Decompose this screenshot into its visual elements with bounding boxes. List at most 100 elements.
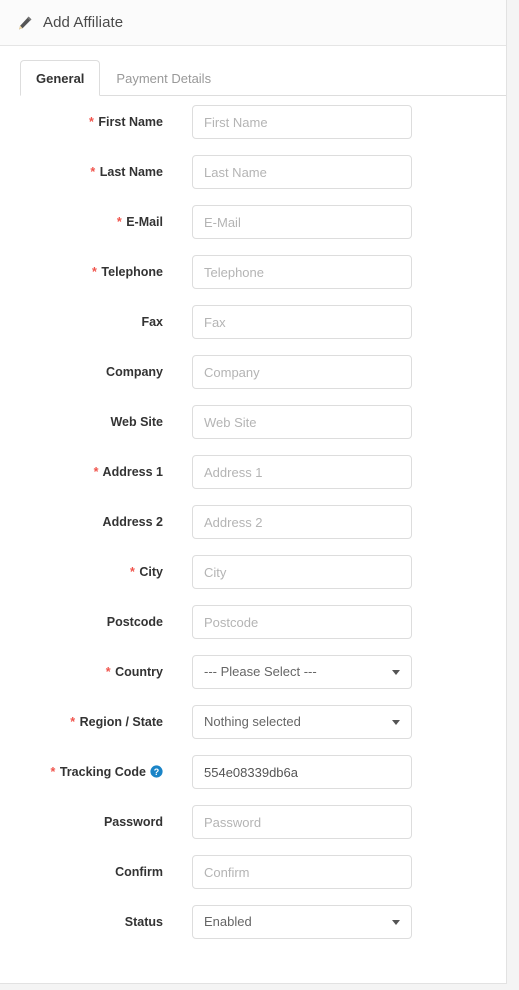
form-row-region-state: * Region / State Nothing selected [0,705,506,755]
label-email: * E-Mail [0,205,163,230]
control-wrap-address-2 [192,505,412,539]
country-selected-value: --- Please Select --- [204,664,317,679]
form-row-country: * Country --- Please Select --- [0,655,506,705]
panel-header: Add Affiliate [0,0,506,46]
control-wrap-city [192,555,412,589]
web-site-input[interactable] [192,405,412,439]
label-confirm: Confirm [0,855,163,880]
label-telephone: * Telephone [0,255,163,280]
control-wrap-email [192,205,412,239]
required-asterisk: * [130,565,135,579]
label-text: Fax [141,315,163,329]
control-wrap-company [192,355,412,389]
form-row-postcode: Postcode [0,605,506,655]
label-text: Status [124,915,163,929]
label-text: Last Name [99,165,163,179]
label-text: Password [103,815,163,829]
form-row-status: Status Enabled [0,905,506,955]
form-row-telephone: * Telephone [0,255,506,305]
control-wrap-status: Enabled [192,905,412,939]
label-status: Status [0,905,163,930]
label-text: Confirm [115,865,163,879]
control-wrap-confirm [192,855,412,889]
last-name-input[interactable] [192,155,412,189]
required-asterisk: * [50,765,56,779]
affiliate-form: * First Name* Last Name* E-Mail* Telepho… [0,96,506,955]
label-text: Postcode [106,615,163,629]
label-text: Region / State [79,715,163,729]
form-row-password: Password [0,805,506,855]
add-affiliate-panel: Add Affiliate General Payment Details * … [0,0,507,984]
label-company: Company [0,355,163,380]
form-row-address-1: * Address 1 [0,455,506,505]
control-wrap-region-state: Nothing selected [192,705,412,739]
form-row-confirm: Confirm [0,855,506,905]
confirm-input[interactable] [192,855,412,889]
help-icon[interactable]: ? [150,765,163,778]
first-name-input[interactable] [192,105,412,139]
label-password: Password [0,805,163,830]
country-select[interactable]: --- Please Select --- [192,655,412,689]
tab-payment-details[interactable]: Payment Details [100,60,227,96]
telephone-input[interactable] [192,255,412,289]
form-row-city: * City [0,555,506,605]
status-select[interactable]: Enabled [192,905,412,939]
form-row-email: * E-Mail [0,205,506,255]
label-last-name: * Last Name [0,155,163,180]
required-asterisk: * [92,265,97,279]
region-state-selected-value: Nothing selected [204,714,301,729]
required-asterisk: * [89,115,94,129]
label-postcode: Postcode [0,605,163,630]
label-text: Company [106,365,163,379]
label-text: Web Site [110,415,163,429]
tab-list: General Payment Details [20,60,506,96]
control-wrap-fax [192,305,412,339]
fax-input[interactable] [192,305,412,339]
control-wrap-last-name [192,155,412,189]
required-asterisk: * [70,715,76,729]
control-wrap-first-name [192,105,412,139]
chevron-down-icon [392,920,400,925]
company-input[interactable] [192,355,412,389]
page-title: Add Affiliate [43,14,124,31]
status-selected-value: Enabled [204,914,252,929]
label-first-name: * First Name [0,105,163,130]
chevron-down-icon [392,670,400,675]
label-address-1: * Address 1 [0,455,163,480]
label-text: E-Mail [126,215,163,229]
form-row-fax: Fax [0,305,506,355]
required-asterisk: * [116,215,122,229]
control-wrap-address-1 [192,455,412,489]
svg-text:?: ? [154,767,159,777]
email-input[interactable] [192,205,412,239]
label-text: First Name [98,115,163,129]
required-asterisk: * [105,665,111,679]
label-address-2: Address 2 [0,505,163,530]
required-asterisk: * [90,165,96,179]
control-wrap-tracking-code [192,755,412,789]
pencil-icon [19,16,32,29]
control-wrap-web-site [192,405,412,439]
control-wrap-telephone [192,255,412,289]
address-2-input[interactable] [192,505,412,539]
label-text: Telephone [101,265,163,279]
tab-general[interactable]: General [20,60,101,96]
label-text: Country [115,665,163,679]
label-tracking-code: * Tracking Code? [0,755,163,780]
control-wrap-country: --- Please Select --- [192,655,412,689]
label-text: Address 1 [102,465,163,479]
postcode-input[interactable] [192,605,412,639]
required-asterisk: * [93,465,99,479]
form-row-tracking-code: * Tracking Code? [0,755,506,805]
label-text: City [139,565,163,579]
city-input[interactable] [192,555,412,589]
password-input[interactable] [192,805,412,839]
control-wrap-password [192,805,412,839]
region-state-select[interactable]: Nothing selected [192,705,412,739]
label-text: Address 2 [102,515,163,529]
tracking-code-input[interactable] [192,755,412,789]
address-1-input[interactable] [192,455,412,489]
label-text: Tracking Code [59,765,146,779]
label-web-site: Web Site [0,405,163,430]
label-fax: Fax [0,305,163,330]
